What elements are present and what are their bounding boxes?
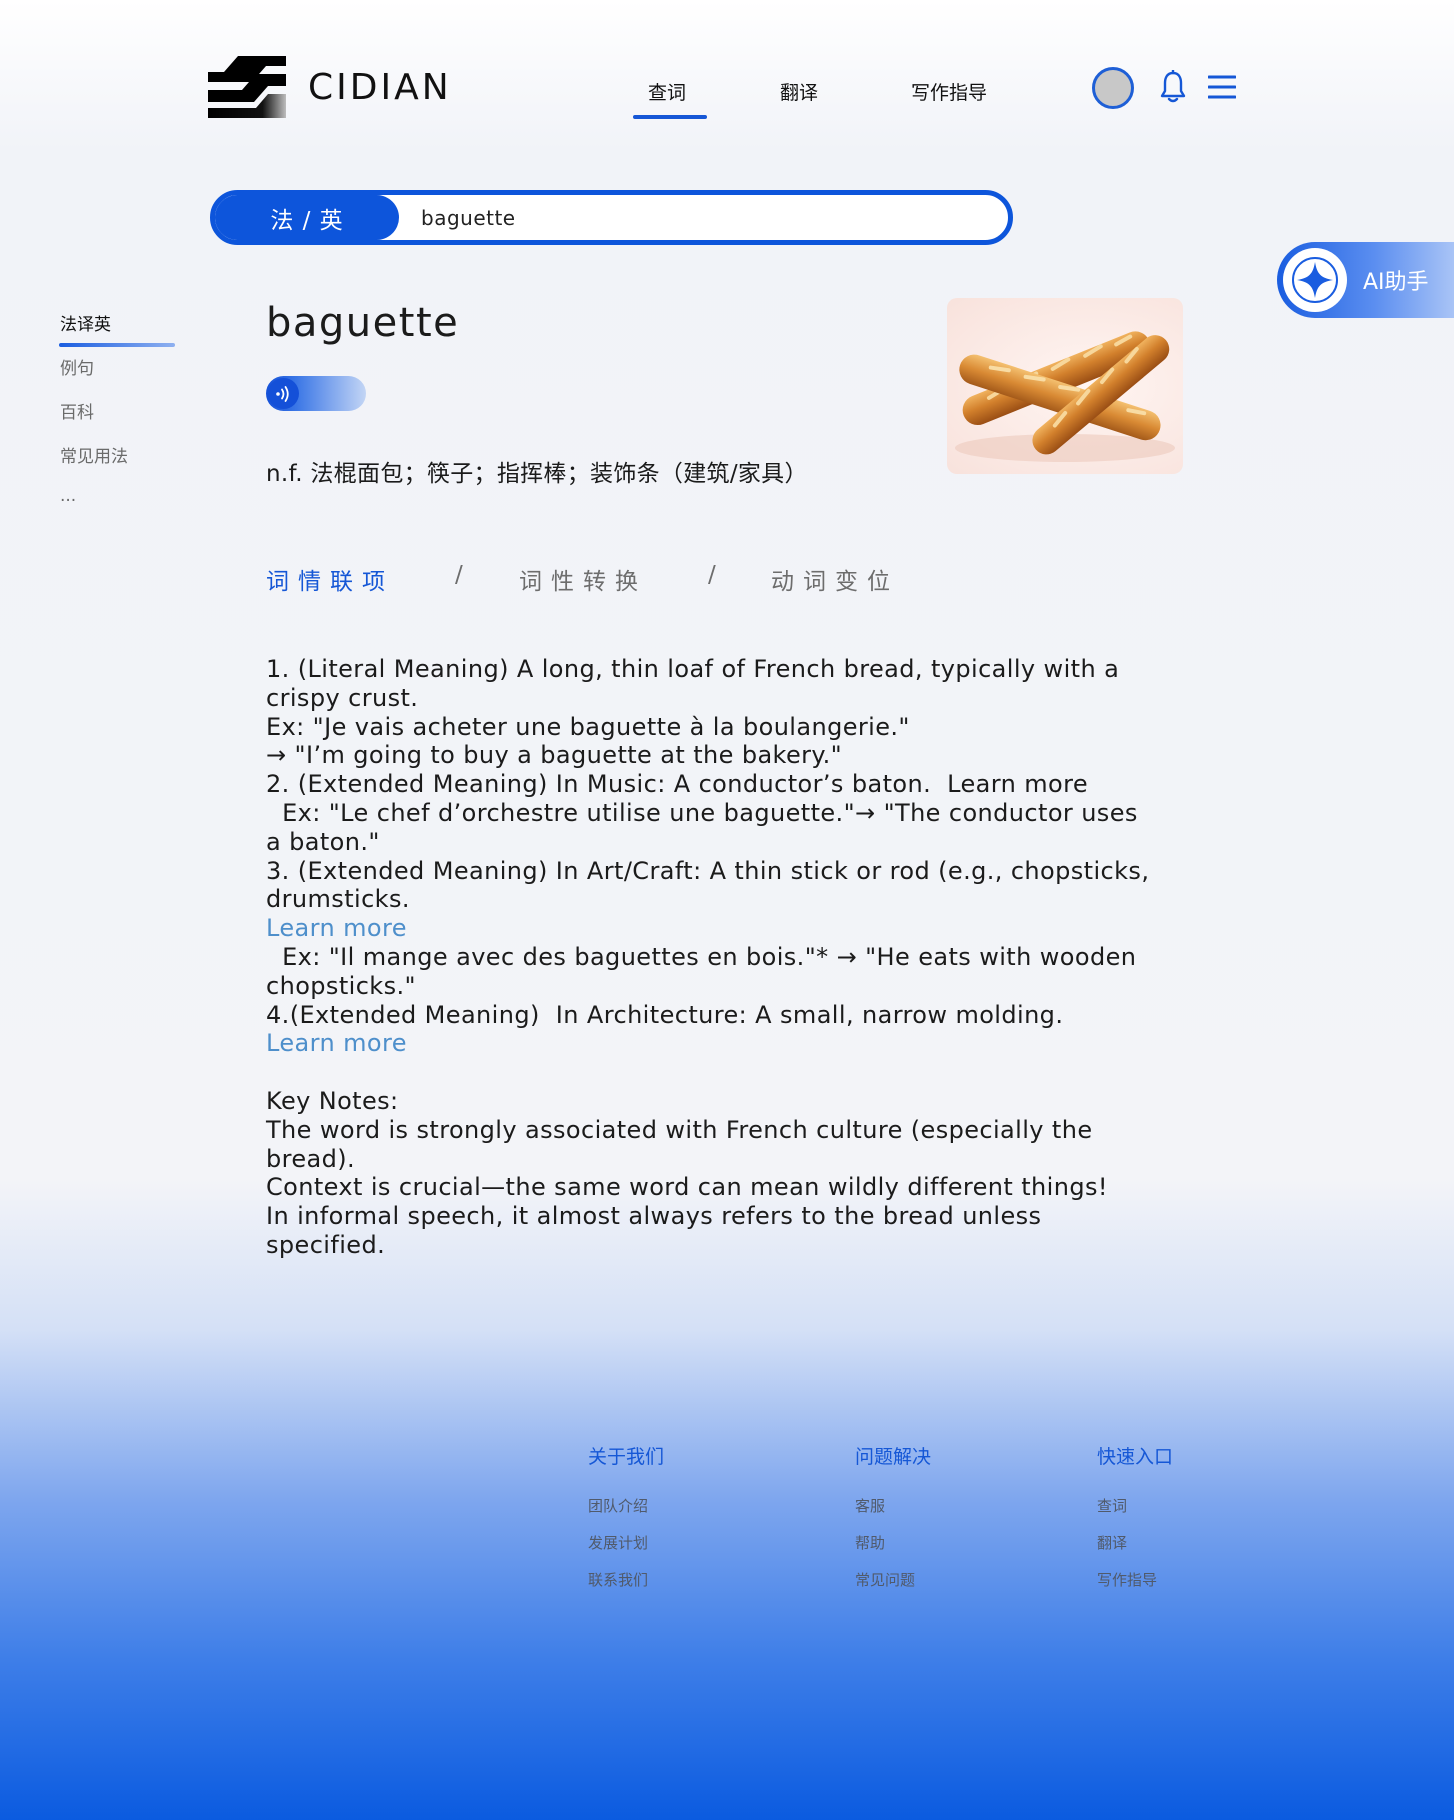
content-line: crispy crust. [266,683,419,712]
sidebar-item-examples[interactable]: 例句 [60,354,94,379]
avatar[interactable] [1092,67,1134,109]
content-line: The word is strongly associated with Fre… [266,1115,1093,1144]
content-line: 3. (Extended Meaning) In Art/Craft: A th… [266,856,1150,885]
content-line: 1. (Literal Meaning) A long, thin loaf o… [266,655,1120,683]
sidebar-active-indicator [59,343,175,347]
tab-separator: / [455,562,463,588]
content-line: a baton." [266,827,380,856]
sidebar-item-common-usage[interactable]: 常见用法 [60,442,128,467]
tab-conjugation[interactable]: 动词变位 [771,562,899,596]
pronunciation-button[interactable] [266,376,366,411]
meanings-content: 1. (Literal Meaning) A long, thin loaf o… [266,655,1186,1260]
learn-more-link[interactable]: Learn more [266,914,1186,943]
ai-assistant-button[interactable]: AI助手 [1277,242,1454,318]
baguette-image [947,298,1183,474]
content-line: chopsticks." [266,971,416,1000]
footer-link-translate[interactable]: 翻译 [1097,1532,1127,1553]
baguette-illustration [955,331,1175,462]
logo-icon [208,56,286,118]
learn-more-link[interactable]: Learn more [266,1029,1186,1058]
footer-link-customer-service[interactable]: 客服 [855,1495,885,1516]
footer-link-faq[interactable]: 常见问题 [855,1569,915,1590]
footer-link-help[interactable]: 帮助 [855,1532,885,1553]
footer-link-writing[interactable]: 写作指导 [1097,1569,1157,1590]
content-line: Key Notes: [266,1086,399,1115]
footer-link-lookup[interactable]: 查词 [1097,1495,1127,1516]
content-line: specified. [266,1230,386,1259]
content-line: drumsticks. [266,885,410,914]
sidebar-item-more[interactable]: ... [60,486,76,506]
ai-badge [1283,248,1347,312]
content-line: Ex: "Le chef d’orchestre utilise une bag… [266,798,1138,827]
content-line: Ex: "Je vais acheter une baguette à la b… [266,712,910,741]
headword: baguette [266,300,460,346]
footer-title-about: 关于我们 [588,1446,665,1468]
definition: n.f. 法棍面包；筷子；指挥棒；装饰条（建筑/家具） [266,461,808,487]
ai-assistant-label: AI助手 [1363,270,1429,295]
content-line: Context is crucial—the same word can mea… [266,1173,1108,1202]
footer-link-roadmap[interactable]: 发展计划 [588,1532,648,1553]
language-pair-selector[interactable]: 法 / 英 [215,195,399,240]
menu-icon[interactable] [1208,74,1236,100]
search-bar: 法 / 英 [210,190,1013,245]
nav-translate[interactable]: 翻译 [780,78,818,105]
footer-title-support: 问题解决 [855,1446,932,1468]
nav-active-indicator [633,115,707,119]
sparkle-icon [1292,257,1338,303]
nav-lookup[interactable]: 查词 [648,78,686,105]
tab-part-of-speech[interactable]: 词性转换 [519,562,647,596]
footer-link-contact[interactable]: 联系我们 [588,1569,648,1590]
footer-title-quick-access: 快速入口 [1097,1446,1174,1468]
content-line: 2. (Extended Meaning) In Music: A conduc… [266,770,1089,799]
content-line: Ex: "Il mange avec des baguettes en bois… [266,942,1137,971]
logo-text: CIDIAN [308,66,452,108]
content-line: → "I’m going to buy a baguette at the ba… [266,741,843,770]
logo[interactable]: CIDIAN [208,56,452,118]
content-line: In informal speech, it almost always ref… [266,1202,1042,1231]
tab-separator: / [708,562,716,588]
speaker-icon [276,386,289,402]
content-line: bread). [266,1144,356,1173]
sidebar-item-encyclopedia[interactable]: 百科 [60,398,94,423]
footer-link-team[interactable]: 团队介绍 [588,1495,648,1516]
sidebar-item-fr-en[interactable]: 法译英 [60,310,111,335]
bell-icon[interactable] [1160,70,1186,104]
search-input[interactable] [421,205,981,230]
nav-writing-guide[interactable]: 写作指导 [911,78,987,105]
content-line: 4.(Extended Meaning) In Architecture: A … [266,1000,1064,1029]
tab-word-associations[interactable]: 词情联项 [266,562,394,596]
